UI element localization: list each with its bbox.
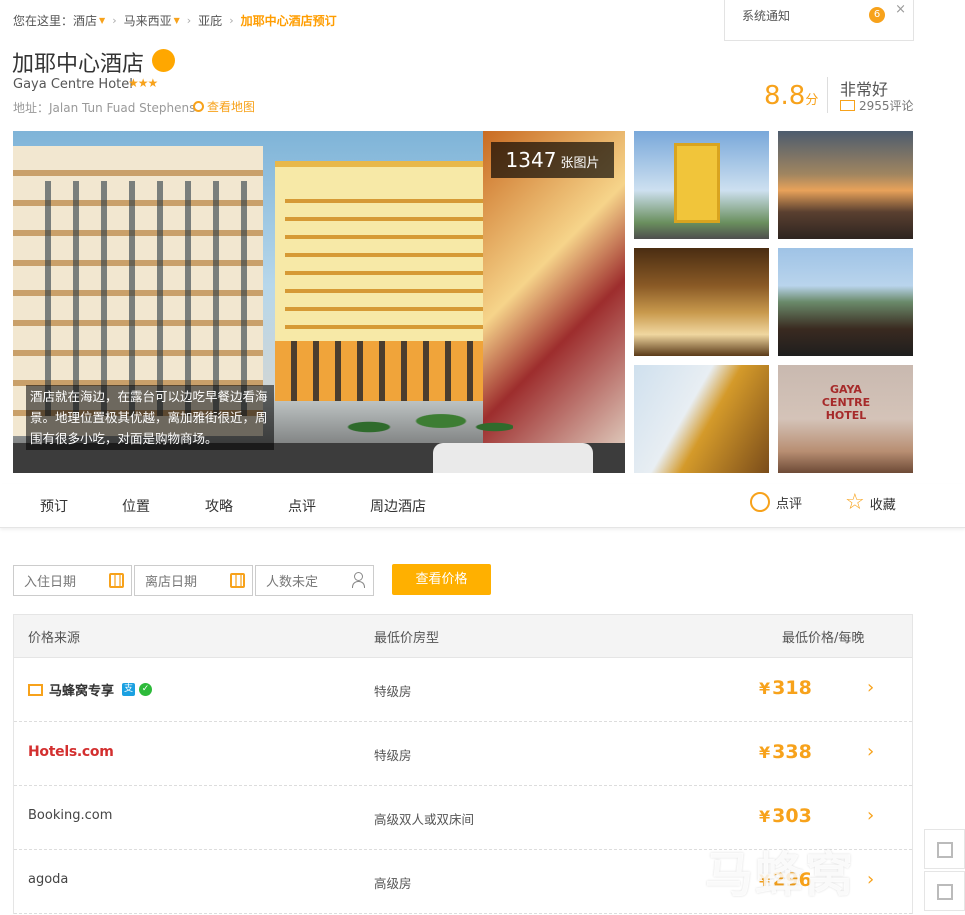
section-tabs: 预订 位置 攻略 点评 周边酒店 点评 ☆ 收藏 [0, 484, 965, 528]
notice-count-badge: 6 [869, 7, 885, 23]
main-hotel-photo[interactable]: 1347 张图片 酒店就在海边，在露台可以边吃早餐边看海景。地理位置极其优越，离… [13, 131, 625, 473]
price-source: agoda [28, 872, 69, 887]
chevron-right-icon: › [112, 14, 117, 27]
table-header: 价格来源 最低价房型 最低价格/每晚 [14, 615, 912, 658]
pencil-icon [750, 492, 770, 512]
check-price-button[interactable]: 查看价格 [392, 564, 491, 595]
review-count-link[interactable]: 2955评论 [840, 97, 914, 114]
write-review-label: 点评 [776, 496, 803, 512]
user-icon [352, 572, 365, 588]
thumbnail-photo[interactable] [634, 131, 769, 239]
mafengwo-icon [28, 683, 43, 696]
review-caption: 酒店就在海边，在露台可以边吃早餐边看海景。地理位置极其优越，离加雅街很近，周围有… [26, 385, 274, 450]
map-pin-icon [193, 101, 204, 112]
room-type: 高级房 [374, 876, 412, 891]
chevron-right-icon[interactable]: › [867, 805, 874, 826]
alipay-icon: 支 [122, 683, 136, 696]
header-source: 价格来源 [28, 631, 81, 646]
checkin-placeholder: 入住日期 [24, 575, 77, 590]
breadcrumb-item-city[interactable]: 亚庇 [198, 12, 222, 29]
hotel-logo: GAYA CENTRE HOTEL [821, 383, 871, 422]
table-row[interactable]: 马蜂窝专享 支 ✓ 特级房 ¥318 › [14, 658, 912, 722]
calendar-icon [109, 573, 124, 588]
price-source: Hotels.com [28, 744, 114, 760]
price-source: Booking.com [28, 808, 113, 823]
thumbnail-photo[interactable] [634, 248, 769, 356]
price-source: 马蜂窝专享 支 ✓ [28, 680, 153, 699]
hotel-address: 地址：Jalan Tun Fuad Stephens [13, 101, 196, 115]
score-unit: 分 [805, 93, 819, 108]
view-map-label: 查看地图 [207, 100, 256, 114]
mafengwo-watermark: 马蜂窝 [705, 847, 856, 903]
dropdown-caret-icon[interactable]: ▼ [174, 16, 180, 25]
guests-placeholder: 人数未定 [266, 575, 319, 590]
calendar-icon [230, 573, 245, 588]
chevron-right-icon: › [186, 14, 192, 27]
checkout-date-field[interactable]: 离店日期 [134, 565, 253, 596]
photo-count-badge[interactable]: 1347 张图片 [491, 142, 614, 178]
qr-code-icon [937, 884, 953, 900]
room-type: 特级房 [374, 748, 412, 763]
review-count: 2955评论 [859, 99, 914, 113]
thumbnail-photo[interactable] [778, 248, 913, 356]
breadcrumb-prefix: 您在这里： [13, 14, 74, 28]
chevron-right-icon: › [229, 14, 234, 27]
chevron-right-icon[interactable]: › [867, 677, 874, 698]
price-value: ¥318 [759, 677, 812, 699]
thumbnail-photo[interactable]: GAYA CENTRE HOTEL [778, 365, 913, 473]
breadcrumb-current: 加耶中心酒店预订 [240, 14, 337, 28]
hotels-com-logo: Hotels.com [28, 744, 114, 760]
system-notice[interactable]: 系统通知 6 × [724, 0, 914, 41]
photo-building-center [275, 161, 495, 401]
price-value: ¥303 [759, 805, 812, 827]
system-notice-label: 系统通知 [742, 9, 791, 23]
breadcrumb-item-hotels[interactable]: 酒店 [73, 12, 97, 29]
tab-nearby-hotels[interactable]: 周边酒店 [370, 496, 426, 516]
header-price: 最低价格/每晚 [782, 631, 865, 646]
guests-field[interactable]: 人数未定 [255, 565, 374, 596]
photo-count-label: 张图片 [560, 156, 600, 171]
divider [827, 77, 828, 113]
tab-location[interactable]: 位置 [122, 496, 150, 516]
write-review-button[interactable]: 点评 [750, 492, 802, 512]
score-value: 8.8 [764, 81, 806, 111]
photo-count: 1347 [505, 148, 557, 172]
tab-booking[interactable]: 预订 [40, 496, 68, 516]
mail-icon [840, 100, 855, 111]
favorite-button[interactable]: ☆ 收藏 [845, 492, 896, 514]
checkin-date-field[interactable]: 入住日期 [13, 565, 132, 596]
brand-badge-icon [152, 49, 175, 72]
breadcrumb: 您在这里： 酒店 ▼ › 马来西亚 ▼ › 亚庇 › 加耶中心酒店预订 [13, 12, 337, 29]
tab-guide[interactable]: 攻略 [205, 496, 233, 516]
breadcrumb-item-country[interactable]: 马来西亚 [124, 12, 172, 29]
thumbnail-photo[interactable] [778, 131, 913, 239]
thumbnail-photo[interactable] [634, 365, 769, 473]
table-row[interactable]: Hotels.com 特级房 ¥338 › [14, 722, 912, 786]
hotel-english-name: Gaya Centre Hotel [13, 77, 133, 92]
hotel-name: 加耶中心酒店 [12, 52, 145, 77]
checkout-placeholder: 离店日期 [145, 575, 198, 590]
share-icon [937, 842, 953, 858]
header-room: 最低价房型 [374, 631, 440, 646]
star-icon: ☆ [845, 490, 865, 515]
view-map-link[interactable]: 查看地图 [193, 98, 255, 115]
qr-code-button[interactable] [924, 871, 965, 911]
star-rating-icon: ★★★ [128, 76, 158, 90]
room-type: 高级双人或双床间 [374, 812, 475, 827]
room-type: 特级房 [374, 684, 412, 699]
rating-score: 8.8分 [764, 83, 818, 109]
tab-reviews[interactable]: 点评 [288, 496, 316, 516]
wechat-pay-icon: ✓ [139, 683, 153, 696]
chevron-right-icon[interactable]: › [867, 869, 874, 890]
dropdown-caret-icon[interactable]: ▼ [99, 16, 105, 25]
share-button[interactable] [924, 829, 965, 869]
chevron-right-icon[interactable]: › [867, 741, 874, 762]
favorite-label: 收藏 [869, 497, 896, 513]
price-value: ¥338 [759, 741, 812, 763]
close-icon[interactable]: × [895, 2, 906, 17]
